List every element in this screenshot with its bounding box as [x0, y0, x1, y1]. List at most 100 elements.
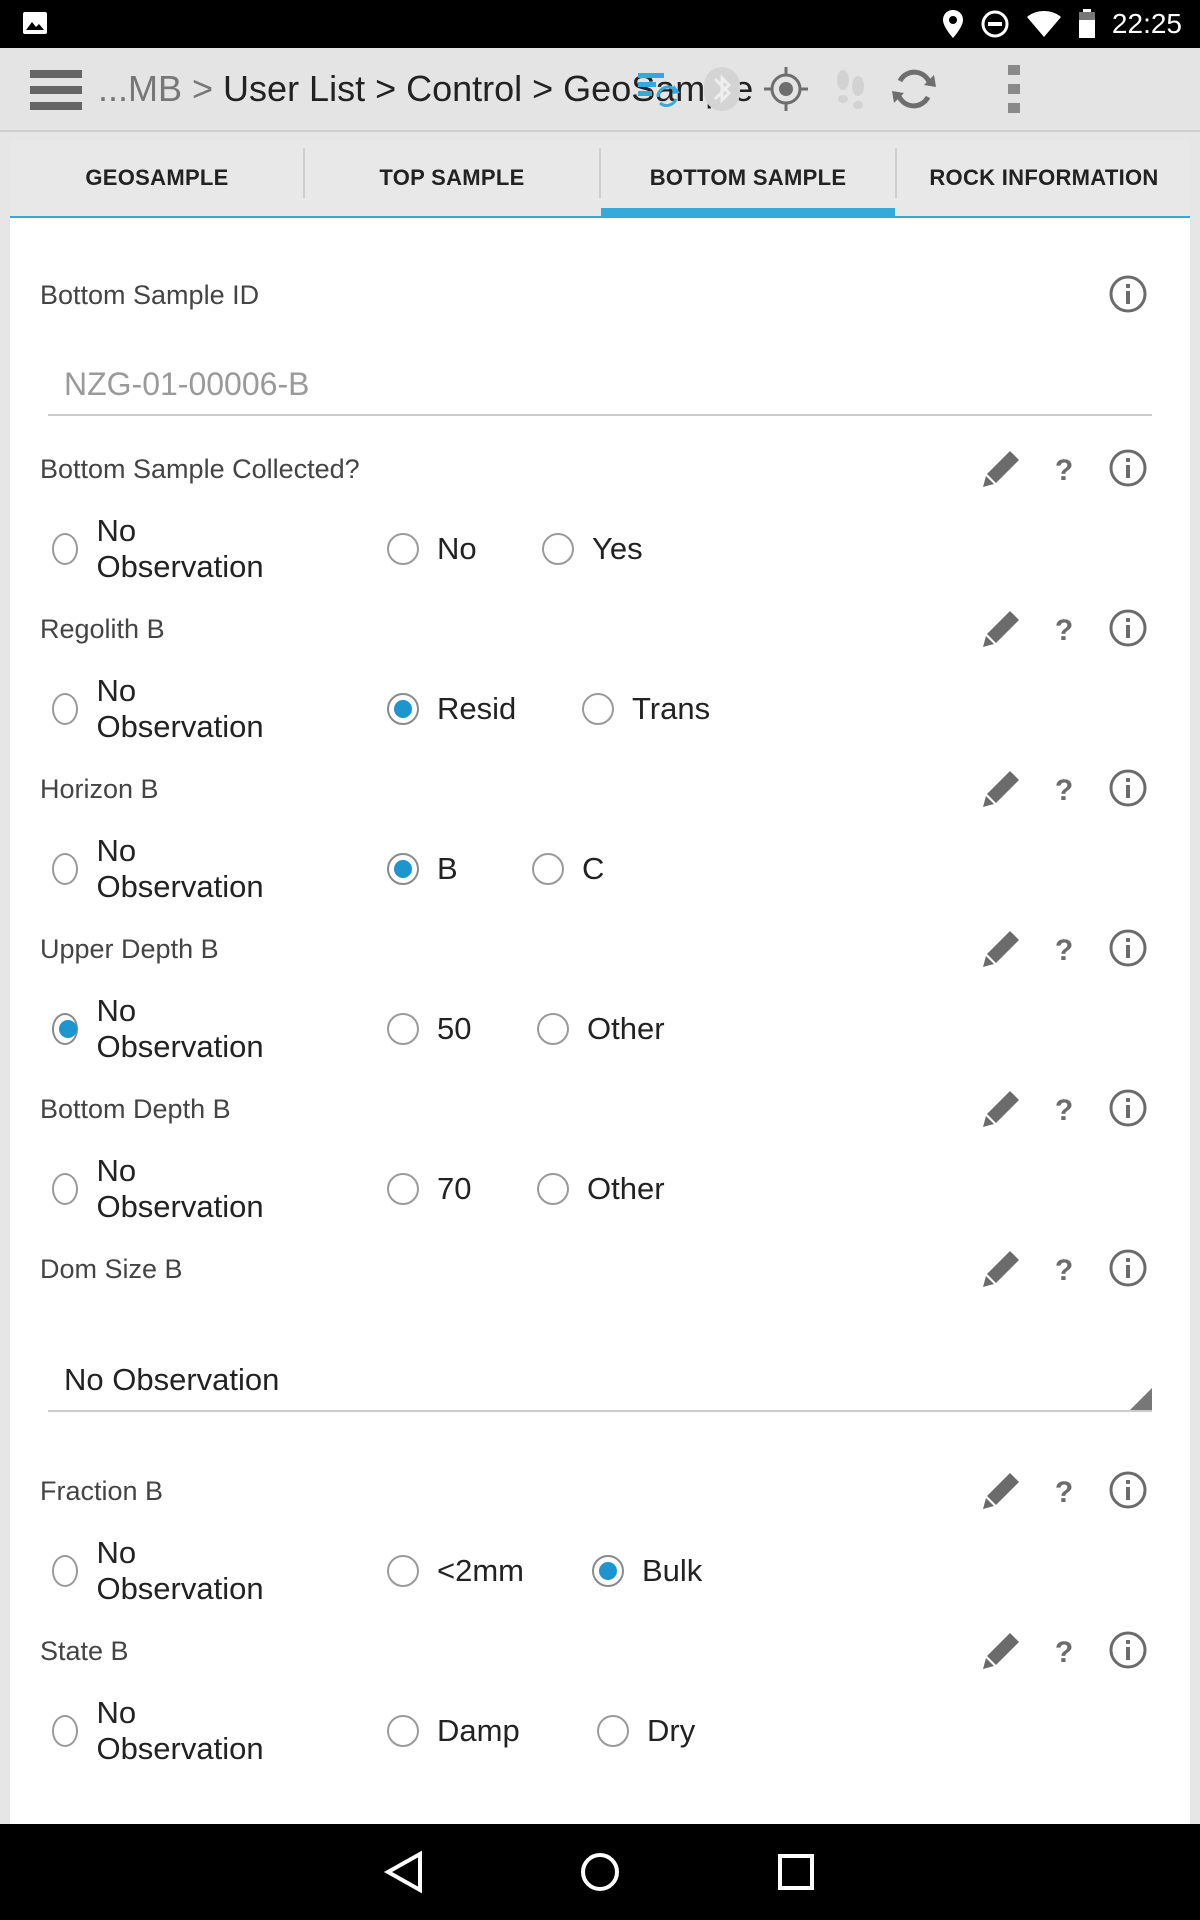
radio-option[interactable]: B: [387, 844, 458, 894]
form-panel: Bottom Sample ID NZG-01-00006-B Bottom S…: [10, 218, 1190, 1824]
radio-option[interactable]: No Observation: [52, 1535, 269, 1606]
dom-size-select[interactable]: No Observation: [48, 1354, 1152, 1412]
radio-circle[interactable]: [387, 1555, 419, 1587]
home-icon[interactable]: [576, 1848, 624, 1896]
radio-circle-selected[interactable]: [592, 1555, 624, 1587]
question-icon[interactable]: ?: [1044, 1470, 1084, 1510]
pencil-icon[interactable]: [982, 448, 1022, 488]
menu-icon[interactable]: [30, 70, 82, 110]
question-icon[interactable]: ?: [1044, 768, 1084, 808]
svg-text:?: ?: [1055, 934, 1073, 967]
radio-option[interactable]: No Observation: [52, 1153, 269, 1224]
info-icon[interactable]: [1108, 608, 1148, 648]
radio-circle-selected[interactable]: [387, 693, 419, 725]
pencil-icon[interactable]: [982, 1088, 1022, 1128]
radio-label: No Observation: [96, 1695, 264, 1766]
info-icon[interactable]: [1108, 448, 1148, 488]
info-icon[interactable]: [1108, 274, 1148, 314]
radio-option[interactable]: <2mm: [387, 1546, 524, 1596]
radio-label: No Observation: [96, 673, 264, 744]
radio-option[interactable]: No Observation: [52, 993, 269, 1064]
tab-bottom-sample[interactable]: BOTTOM SAMPLE: [601, 140, 895, 216]
svg-text:?: ?: [1055, 1476, 1073, 1509]
radio-circle[interactable]: [52, 533, 79, 565]
question-icon[interactable]: ?: [1044, 1088, 1084, 1128]
radio-circle[interactable]: [52, 853, 79, 885]
pencil-icon[interactable]: [982, 1248, 1022, 1288]
radio-option[interactable]: Bulk: [592, 1546, 702, 1596]
question-icon[interactable]: ?: [1044, 448, 1084, 488]
question-icon[interactable]: ?: [1044, 1630, 1084, 1670]
pencil-icon[interactable]: [982, 768, 1022, 808]
tab-rock-information[interactable]: ROCK INFORMATION: [897, 140, 1191, 216]
radio-option[interactable]: No Observation: [52, 513, 269, 584]
sample-id-input[interactable]: NZG-01-00006-B: [48, 358, 1152, 416]
question-icon[interactable]: ?: [1044, 928, 1084, 968]
radio-option[interactable]: Resid: [387, 684, 516, 734]
radio-option[interactable]: No: [387, 524, 477, 574]
pencil-icon[interactable]: [982, 1470, 1022, 1510]
radio-option[interactable]: No Observation: [52, 833, 269, 904]
radio-circle[interactable]: [387, 1173, 419, 1205]
radio-option[interactable]: Other: [537, 1004, 665, 1054]
info-icon[interactable]: [1108, 1248, 1148, 1288]
breadcrumb-parent[interactable]: ...MB: [98, 68, 182, 110]
tab-top-sample[interactable]: TOP SAMPLE: [305, 140, 599, 216]
do-not-disturb-icon: [981, 10, 1009, 38]
radio-circle[interactable]: [52, 1173, 79, 1205]
footsteps-icon[interactable]: [824, 63, 876, 115]
status-bar: 22:25: [0, 0, 1200, 48]
overflow-menu-icon[interactable]: [988, 63, 1040, 115]
radio-option[interactable]: No Observation: [52, 673, 269, 744]
question-icon[interactable]: ?: [1044, 1248, 1084, 1288]
radio-circle[interactable]: [387, 1715, 419, 1747]
radio-label: Damp: [437, 1713, 520, 1748]
radio-circle[interactable]: [542, 533, 574, 565]
pencil-icon[interactable]: [982, 1630, 1022, 1670]
radio-option[interactable]: Other: [537, 1164, 665, 1214]
radio-circle[interactable]: [537, 1013, 569, 1045]
radio-label: No Observation: [96, 1153, 264, 1224]
bluetooth-icon[interactable]: [696, 63, 748, 115]
recent-apps-icon[interactable]: [772, 1848, 820, 1896]
field-label-fraction: Fraction B: [40, 1476, 164, 1506]
radio-circle[interactable]: [387, 533, 419, 565]
radio-option[interactable]: Dry: [597, 1706, 695, 1756]
radio-circle-selected[interactable]: [387, 853, 419, 885]
radio-option[interactable]: Damp: [387, 1706, 520, 1756]
back-icon[interactable]: [380, 1848, 428, 1896]
tab-geosample[interactable]: GEOSAMPLE: [10, 140, 304, 216]
radio-option[interactable]: C: [532, 844, 604, 894]
info-icon[interactable]: [1108, 1088, 1148, 1128]
radio-option[interactable]: Trans: [582, 684, 710, 734]
wifi-icon: [1026, 11, 1061, 37]
radio-option[interactable]: 70: [387, 1164, 471, 1214]
radio-option[interactable]: No Observation: [52, 1695, 269, 1766]
gps-target-icon[interactable]: [760, 63, 812, 115]
field-label-sample-collected: Bottom Sample Collected?: [40, 454, 360, 484]
radio-option[interactable]: Yes: [542, 524, 643, 574]
radio-circle[interactable]: [387, 1013, 419, 1045]
svg-text:?: ?: [1055, 1094, 1073, 1127]
radio-circle[interactable]: [537, 1173, 569, 1205]
sync-list-icon[interactable]: [632, 63, 684, 115]
radio-label: Dry: [647, 1713, 696, 1748]
radio-circle[interactable]: [52, 693, 79, 725]
radio-option[interactable]: 50: [387, 1004, 471, 1054]
pencil-icon[interactable]: [982, 928, 1022, 968]
radio-label: Other: [587, 1011, 665, 1046]
pencil-icon[interactable]: [982, 608, 1022, 648]
radio-circle[interactable]: [597, 1715, 629, 1747]
radio-circle-selected[interactable]: [52, 1013, 79, 1045]
info-icon[interactable]: [1108, 768, 1148, 808]
info-icon[interactable]: [1108, 1470, 1148, 1510]
radio-label: No Observation: [96, 993, 264, 1064]
info-icon[interactable]: [1108, 1630, 1148, 1670]
radio-circle[interactable]: [532, 853, 564, 885]
refresh-icon[interactable]: [888, 63, 940, 115]
radio-circle[interactable]: [52, 1555, 79, 1587]
radio-circle[interactable]: [582, 693, 614, 725]
question-icon[interactable]: ?: [1044, 608, 1084, 648]
radio-circle[interactable]: [52, 1715, 79, 1747]
info-icon[interactable]: [1108, 928, 1148, 968]
